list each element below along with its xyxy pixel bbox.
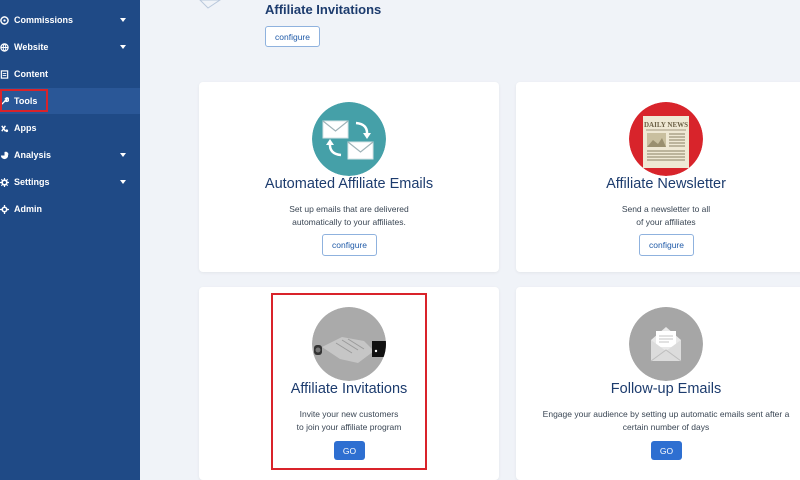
affiliate-invitations-highlight-box — [271, 293, 427, 470]
sidebar-item-label: Commissions — [14, 15, 74, 25]
sidebar-item-admin[interactable]: Admin — [0, 196, 140, 222]
card-description-line: certain number of days — [622, 422, 710, 432]
sidebar-item-label: Analysis — [14, 150, 52, 160]
chevron-down-icon — [120, 180, 126, 184]
card-description-line: automatically to your affiliates. — [292, 217, 406, 227]
card-title: Automated Affiliate Emails — [264, 176, 434, 192]
card-description-line: of your affiliates — [636, 217, 696, 227]
apps-icon — [0, 124, 11, 133]
sidebar-item-label: Admin — [14, 204, 42, 214]
card-description-line: Send a newsletter to all — [621, 204, 711, 214]
sidebar-item-label: Settings — [14, 177, 50, 187]
analysis-icon — [0, 150, 11, 160]
admin-icon — [0, 204, 11, 214]
sidebar: Commissions Website Content Tools Apps A… — [0, 0, 140, 480]
card-description-line: Engage your audience by setting up autom… — [542, 409, 790, 419]
card-description: Engage your audience by setting up autom… — [516, 408, 800, 434]
email-exchange-icon — [312, 102, 386, 176]
card-description-line: Set up emails that are delivered — [289, 204, 409, 214]
sidebar-item-commissions[interactable]: Commissions — [0, 7, 140, 33]
card-affiliate-newsletter: DAILY NEWS Affiliate Newsletter Send a n… — [516, 82, 800, 272]
sidebar-item-analysis[interactable]: Analysis — [0, 142, 140, 168]
chevron-down-icon — [120, 18, 126, 22]
card-description: Send a newsletter to all of your affilia… — [516, 203, 800, 229]
sidebar-item-website[interactable]: Website — [0, 34, 140, 60]
sidebar-item-label: Website — [14, 42, 49, 52]
main-content: Affiliate Invitations configure Automate… — [140, 0, 800, 480]
configure-button[interactable]: configure — [322, 234, 377, 256]
top-configure-button[interactable]: configure — [265, 26, 320, 47]
commissions-icon — [0, 15, 11, 25]
tools-highlight-box — [0, 89, 48, 112]
newspaper-masthead: DAILY NEWS — [644, 121, 688, 129]
paper-plane-icon — [199, 0, 221, 9]
card-title: Affiliate Newsletter — [606, 176, 726, 192]
chevron-down-icon — [120, 153, 126, 157]
sidebar-item-settings[interactable]: Settings — [0, 169, 140, 195]
gear-icon — [0, 177, 11, 187]
chevron-down-icon — [120, 45, 126, 49]
sidebar-item-label: Apps — [14, 123, 37, 133]
card-title: Follow-up Emails — [610, 381, 722, 397]
go-button[interactable]: GO — [651, 441, 682, 460]
sidebar-item-content[interactable]: Content — [0, 61, 140, 87]
card-description: Set up emails that are delivered automat… — [199, 203, 499, 229]
envelope-icon — [629, 307, 703, 381]
sidebar-item-label: Content — [14, 69, 48, 79]
card-automated-affiliate-emails: Automated Affiliate Emails Set up emails… — [199, 82, 499, 272]
card-follow-up-emails: Follow-up Emails Engage your audience by… — [516, 287, 800, 480]
page-title: Affiliate Invitations — [265, 2, 382, 17]
content-icon — [0, 69, 11, 79]
configure-button[interactable]: configure — [639, 234, 694, 256]
sidebar-item-apps[interactable]: Apps — [0, 115, 140, 141]
newspaper-icon: DAILY NEWS — [629, 102, 703, 176]
globe-icon — [0, 42, 11, 52]
